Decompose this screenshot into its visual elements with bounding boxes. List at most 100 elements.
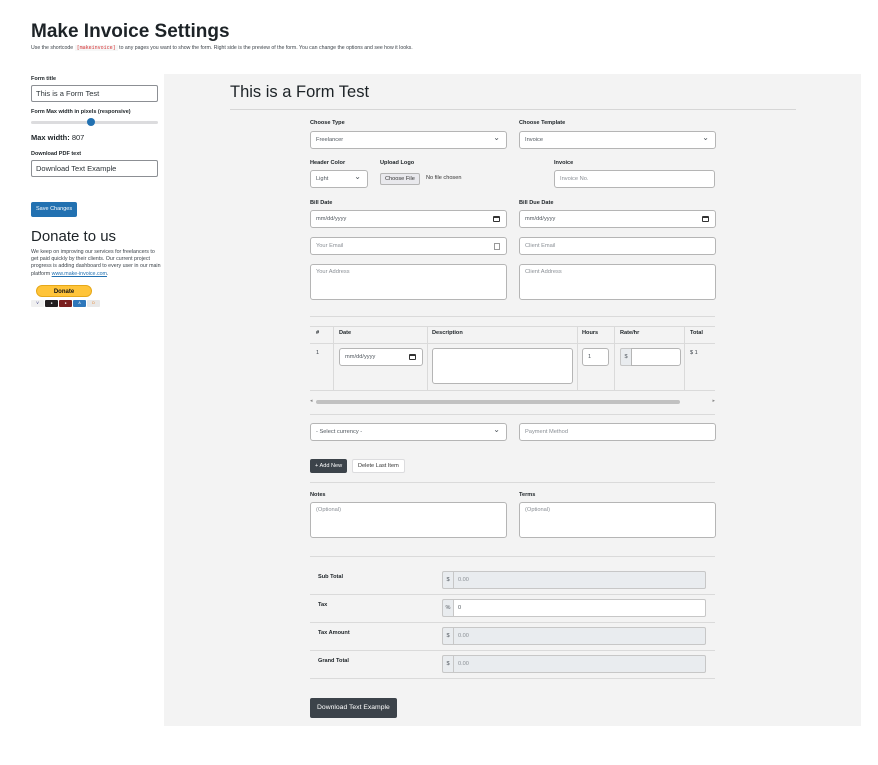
terms-label: Terms <box>519 492 536 498</box>
choose-file-button[interactable]: Choose File <box>380 173 420 185</box>
form-preview: This is a Form Test Choose Type Freelanc… <box>164 74 861 726</box>
client-address-textarea[interactable]: Client Address <box>519 264 716 300</box>
payment-cards: V ● ● A D <box>31 299 159 307</box>
max-width-value: 807 <box>71 133 85 142</box>
form-title-label: Form title <box>31 76 57 82</box>
item-date-placeholder: mm/dd/yyyy <box>345 354 376 360</box>
slider-thumb[interactable] <box>86 118 95 126</box>
table-top-border <box>310 326 715 327</box>
scroll-right-arrow-icon[interactable]: ▸ <box>712 398 715 404</box>
item-date-input[interactable]: mm/dd/yyyy <box>339 348 423 366</box>
tax-amount-label: Tax Amount <box>318 630 350 636</box>
download-pdf-button[interactable]: Download Text Example <box>310 698 397 718</box>
upload-logo-label: Upload Logo <box>380 160 415 166</box>
contact-card-icon <box>494 243 500 250</box>
save-changes-button[interactable]: Save Changes <box>31 202 78 217</box>
paypal-donate-button[interactable]: Donate <box>36 284 92 297</box>
col-separator <box>614 326 615 390</box>
preview-form-title: This is a Form Test <box>230 83 370 101</box>
shortcode: [makeinvoice] <box>74 45 118 51</box>
col-rate-header: Rate/hr <box>620 330 640 336</box>
description-suffix: to any pages you want to show the form. … <box>119 45 413 51</box>
max-width-slider[interactable] <box>31 118 158 126</box>
totals-divider <box>310 594 715 595</box>
grand-total-label: Grand Total <box>318 658 349 664</box>
section-divider <box>310 316 715 317</box>
pdf-text-label: Download PDF text <box>31 151 82 157</box>
form-title-input[interactable]: This is a Form Test <box>31 85 158 102</box>
bill-date-placeholder: mm/dd/yyyy <box>316 216 347 222</box>
item-rate-input[interactable] <box>631 348 681 366</box>
bill-date-input[interactable]: mm/dd/yyyy <box>310 210 507 228</box>
your-address-textarea[interactable]: Your Address <box>310 264 507 300</box>
invoice-number-input[interactable]: Invoice No. <box>554 170 715 188</box>
terms-textarea[interactable]: (Optional) <box>519 502 716 538</box>
col-total-header: Total <box>690 330 703 336</box>
description-prefix: Use the shortcode <box>31 45 74 51</box>
col-description-header: Description <box>432 330 463 336</box>
sub-total-field: 0.00 <box>453 571 706 589</box>
your-email-placeholder: Your Email <box>316 243 344 249</box>
grand-total-field: 0.00 <box>453 655 706 673</box>
calendar-icon[interactable] <box>702 216 709 222</box>
bill-due-date-input[interactable]: mm/dd/yyyy <box>519 210 716 228</box>
choose-type-label: Choose Type <box>310 120 345 126</box>
item-hours-input[interactable]: 1 <box>582 348 609 366</box>
title-divider <box>230 109 796 110</box>
max-width-display: Max width: 807 <box>31 133 159 142</box>
payment-method-input[interactable]: Payment Method <box>519 423 716 441</box>
bill-due-date-label: Bill Due Date <box>519 200 554 206</box>
donate-link-suffix: . <box>106 270 109 277</box>
bill-due-placeholder: mm/dd/yyyy <box>525 216 556 222</box>
section-divider <box>310 414 715 415</box>
pdf-text-input[interactable]: Download Text Example <box>31 160 158 177</box>
header-color-label: Header Color <box>310 160 346 166</box>
invoice-label: Invoice <box>554 160 574 166</box>
table-horizontal-scrollbar[interactable]: ◂ ▸ <box>310 398 715 405</box>
header-row-border <box>310 343 715 344</box>
currency-select[interactable]: - Select currency - <box>310 423 507 441</box>
calendar-icon[interactable] <box>493 216 500 222</box>
col-separator <box>577 326 578 390</box>
scrollbar-thumb[interactable] <box>316 400 680 404</box>
tax-amount-symbol: $ <box>442 627 453 645</box>
notes-textarea[interactable]: (Optional) <box>310 502 507 538</box>
your-email-input[interactable]: Your Email <box>310 237 507 255</box>
totals-divider <box>310 678 715 679</box>
donate-link[interactable]: www.make-invoice.com <box>52 271 107 277</box>
item-description-textarea[interactable] <box>432 348 573 384</box>
page-title: Make Invoice Settings <box>31 21 230 42</box>
rate-currency-addon: $ <box>620 348 631 366</box>
sub-total-symbol: $ <box>442 571 453 589</box>
add-new-item-button[interactable]: + Add New <box>310 459 348 473</box>
section-divider <box>310 556 715 557</box>
col-date-header: Date <box>339 330 352 336</box>
bill-date-label: Bill Date <box>310 200 333 206</box>
grand-total-symbol: $ <box>442 655 453 673</box>
tax-input[interactable]: 0 <box>453 599 706 617</box>
choose-template-label: Choose Template <box>519 120 566 126</box>
no-file-text: No file chosen <box>426 175 462 181</box>
mastercard-icon: ● <box>45 299 58 307</box>
scroll-left-arrow-icon[interactable]: ◂ <box>310 398 313 404</box>
calendar-icon[interactable] <box>409 354 416 360</box>
item-total: $ 1 <box>690 350 698 356</box>
choose-type-select[interactable]: Freelancer <box>310 131 507 149</box>
section-divider <box>310 482 715 483</box>
max-width-label: Form Max width in pixels (responsive) <box>31 109 131 115</box>
choose-template-select[interactable]: Invoice <box>519 131 716 149</box>
table-bottom-border <box>310 390 715 391</box>
col-separator <box>427 326 428 390</box>
notes-label: Notes <box>310 492 326 498</box>
header-color-select[interactable]: Light <box>310 170 368 188</box>
tax-symbol: % <box>442 599 453 617</box>
page-description: Use the shortcode [makeinvoice] to any p… <box>31 45 413 51</box>
row-number: 1 <box>316 350 320 356</box>
delete-last-item-button[interactable]: Delete Last Item <box>352 459 405 473</box>
max-width-prefix: Max width: <box>31 133 70 142</box>
settings-panel: Form title This is a Form Test Form Max … <box>31 76 161 307</box>
client-email-input[interactable]: Client Email <box>519 237 716 255</box>
col-separator <box>684 326 685 390</box>
tax-label: Tax <box>318 602 328 608</box>
col-separator <box>333 326 334 390</box>
